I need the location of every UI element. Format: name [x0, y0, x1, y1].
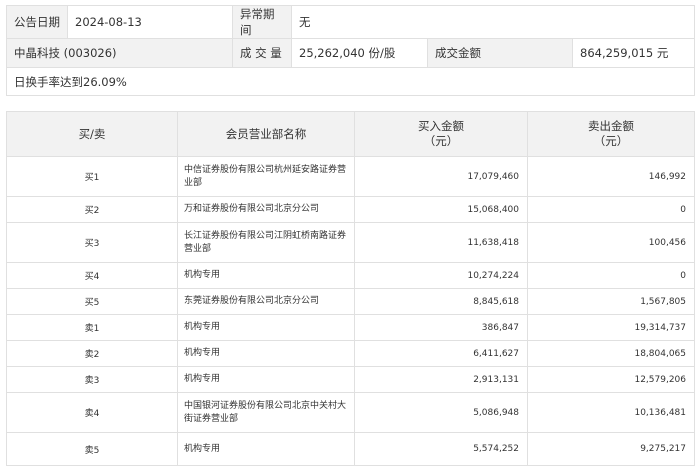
header-sell-unit: （元）	[593, 134, 629, 148]
row-broker: 中国银河证券股份有限公司北京中关村大街证券营业部	[177, 392, 355, 433]
row-sell-amount: 19,314,737	[527, 314, 695, 341]
table-row: 买5 东莞证券股份有限公司北京分公司 8,845,618 1,567,805	[6, 288, 695, 315]
info-row-turnover: 日换手率达到26.09%	[5, 67, 696, 96]
row-buy-amount: 17,079,460	[354, 156, 528, 197]
row-broker: 机构专用	[177, 432, 355, 466]
row-sell-amount: 18,804,065	[527, 340, 695, 367]
row-buy-amount: 10,274,224	[354, 262, 528, 289]
row-broker: 机构专用	[177, 366, 355, 393]
row-side: 买2	[6, 196, 178, 223]
row-buy-amount: 6,411,627	[354, 340, 528, 367]
row-side: 买5	[6, 288, 178, 315]
announcement-date-value: 2024-08-13	[67, 5, 233, 39]
table-header-row: 买/卖 会员营业部名称 买入金额 （元） 卖出金额 （元）	[6, 111, 695, 157]
table-row: 买1 中信证券股份有限公司杭州延安路证券营业部 17,079,460 146,9…	[6, 156, 695, 197]
table-row: 卖2 机构专用 6,411,627 18,804,065	[6, 340, 695, 367]
row-buy-amount: 8,845,618	[354, 288, 528, 315]
row-broker: 东莞证券股份有限公司北京分公司	[177, 288, 355, 315]
broker-trades-table: 买/卖 会员营业部名称 买入金额 （元） 卖出金额 （元） 买1 中信证券股份有…	[6, 111, 695, 466]
row-sell-amount: 0	[527, 196, 695, 223]
row-side: 买1	[6, 156, 178, 197]
header-buy-unit: （元）	[423, 134, 459, 148]
header-sell-amount: 卖出金额 （元）	[527, 111, 695, 157]
row-broker: 机构专用	[177, 262, 355, 289]
row-sell-amount: 100,456	[527, 222, 695, 263]
table-row: 买4 机构专用 10,274,224 0	[6, 262, 695, 289]
table-row: 卖3 机构专用 2,913,131 12,579,206	[6, 366, 695, 393]
row-buy-amount: 2,913,131	[354, 366, 528, 393]
table-row: 卖1 机构专用 386,847 19,314,737	[6, 314, 695, 341]
volume-label: 成 交 量	[232, 38, 292, 68]
header-buy-title: 买入金额	[418, 119, 464, 133]
info-row-stock: 中晶科技 (003026) 成 交 量 25,262,040 份/股 成交金额 …	[6, 38, 696, 68]
row-buy-amount: 15,068,400	[354, 196, 528, 223]
amount-label: 成交金额	[427, 38, 573, 68]
row-sell-amount: 1,567,805	[527, 288, 695, 315]
row-broker: 机构专用	[177, 314, 355, 341]
row-sell-amount: 9,275,217	[527, 432, 695, 466]
header-buy-amount: 买入金额 （元）	[354, 111, 528, 157]
volume-value: 25,262,040 份/股	[291, 38, 428, 68]
row-broker: 长江证券股份有限公司江阴虹桥南路证券营业部	[177, 222, 355, 263]
row-sell-amount: 0	[527, 262, 695, 289]
table-row: 买3 长江证券股份有限公司江阴虹桥南路证券营业部 11,638,418 100,…	[6, 222, 695, 263]
abnormal-period-value: 无	[290, 5, 696, 39]
row-side: 买3	[6, 222, 178, 263]
announcement-date-label: 公告日期	[6, 5, 68, 39]
row-broker: 机构专用	[177, 340, 355, 367]
row-sell-amount: 10,136,481	[527, 392, 695, 433]
table-row: 卖5 机构专用 5,574,252 9,275,217	[6, 432, 695, 466]
header-broker: 会员营业部名称	[177, 111, 355, 157]
row-side: 卖2	[6, 340, 178, 367]
header-sell-title: 卖出金额	[588, 119, 634, 133]
table-row: 买2 万和证券股份有限公司北京分公司 15,068,400 0	[6, 196, 695, 223]
header-side: 买/卖	[6, 111, 178, 157]
table-row: 卖4 中国银河证券股份有限公司北京中关村大街证券营业部 5,086,948 10…	[6, 392, 695, 433]
turnover-rate-text: 日换手率达到26.09%	[5, 67, 696, 96]
announcement-info-table: 公告日期 2024-08-13 异常期间 无 中晶科技 (003026) 成 交…	[5, 5, 696, 96]
abnormal-period-label: 异常期间	[232, 5, 292, 39]
row-buy-amount: 5,086,948	[354, 392, 528, 433]
row-side: 卖3	[6, 366, 178, 393]
row-sell-amount: 146,992	[527, 156, 695, 197]
row-side: 卖4	[6, 392, 178, 433]
row-buy-amount: 386,847	[354, 314, 528, 341]
row-side: 卖5	[6, 432, 178, 466]
row-side: 买4	[6, 262, 178, 289]
row-broker: 万和证券股份有限公司北京分公司	[177, 196, 355, 223]
amount-value: 864,259,015 元	[571, 38, 696, 68]
row-buy-amount: 5,574,252	[354, 432, 528, 466]
row-buy-amount: 11,638,418	[354, 222, 528, 263]
info-row-date: 公告日期 2024-08-13 异常期间 无	[6, 5, 696, 39]
row-sell-amount: 12,579,206	[527, 366, 695, 393]
row-broker: 中信证券股份有限公司杭州延安路证券营业部	[177, 156, 355, 197]
row-side: 卖1	[6, 314, 178, 341]
stock-name: 中晶科技 (003026)	[6, 38, 233, 68]
